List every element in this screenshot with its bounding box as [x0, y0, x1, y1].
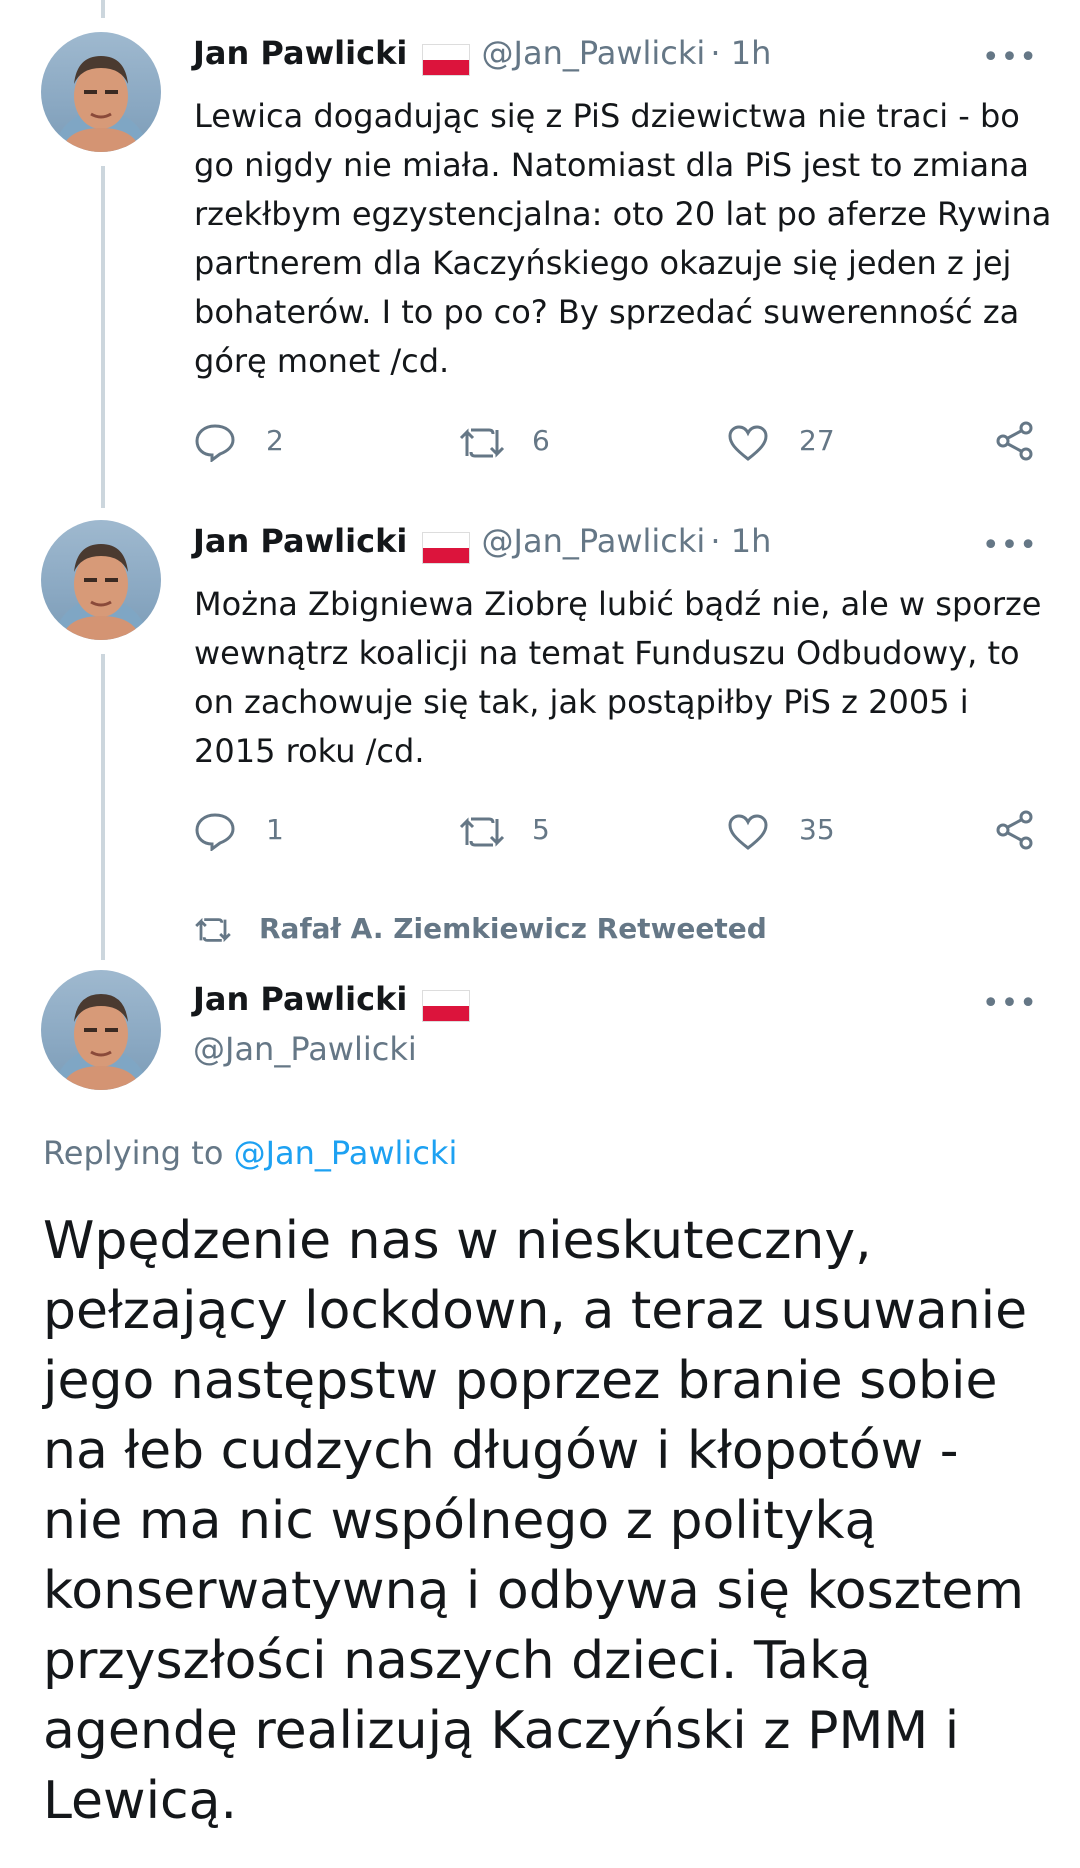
reply-icon[interactable]: [194, 811, 236, 851]
replying-to: Replying to @Jan_Pawlicki: [43, 1134, 457, 1172]
author-handle[interactable]: @Jan_Pawlicki: [193, 1030, 417, 1068]
tweet-header: Jan Pawlicki: [193, 980, 471, 1022]
author-handle[interactable]: @Jan_Pawlicki: [482, 34, 706, 72]
reply-icon[interactable]: [194, 422, 236, 462]
retweet-count: 6: [532, 424, 550, 457]
flag-icon: [422, 43, 471, 76]
avatar[interactable]: [41, 32, 161, 152]
main-tweet-text: Wpędzenie nas w nieskuteczny, pełzający …: [43, 1211, 1028, 1831]
tweet-header: Jan Pawlicki @Jan_Pawlicki · 1h: [193, 34, 771, 76]
like-count: 35: [799, 813, 835, 846]
retweeted-by-label[interactable]: Rafał A. Ziemkiewicz Retweeted: [259, 912, 767, 945]
author-name[interactable]: Jan Pawlicki: [193, 34, 407, 72]
author-name[interactable]: Jan Pawlicki: [193, 980, 407, 1018]
reply-count: 2: [266, 424, 284, 457]
timestamp[interactable]: · 1h: [710, 34, 771, 72]
retweet-count: 5: [532, 813, 550, 846]
more-icon[interactable]: •••: [982, 986, 1038, 1021]
thread-line: [101, 0, 105, 18]
like-icon[interactable]: [727, 813, 769, 851]
retweet-icon[interactable]: [457, 815, 507, 849]
timestamp[interactable]: · 1h: [710, 522, 771, 560]
avatar-image: [61, 56, 141, 152]
author-name[interactable]: Jan Pawlicki: [193, 522, 407, 560]
thread-line: [101, 654, 105, 960]
share-icon[interactable]: [994, 420, 1036, 462]
tweet-text: Lewica dogadując się z PiS dziewictwa ni…: [194, 97, 1052, 380]
more-icon[interactable]: •••: [982, 40, 1038, 75]
avatar-image: [61, 544, 141, 640]
like-icon[interactable]: [727, 424, 769, 462]
flag-icon: [422, 531, 471, 564]
avatar-image: [61, 994, 141, 1090]
like-count: 27: [799, 424, 835, 457]
author-handle[interactable]: @Jan_Pawlicki: [482, 522, 706, 560]
avatar[interactable]: [41, 970, 161, 1090]
replying-handle-link[interactable]: @Jan_Pawlicki: [234, 1134, 458, 1172]
more-icon[interactable]: •••: [982, 528, 1038, 563]
share-icon[interactable]: [994, 809, 1036, 851]
avatar[interactable]: [41, 520, 161, 640]
tweet-header: Jan Pawlicki @Jan_Pawlicki · 1h: [193, 522, 771, 564]
retweet-icon: [195, 917, 231, 943]
replying-prefix: Replying to: [43, 1134, 224, 1172]
tweet-text: Można Zbigniewa Ziobrę lubić bądź nie, a…: [194, 585, 1042, 770]
flag-icon: [422, 989, 471, 1022]
retweet-icon[interactable]: [457, 426, 507, 460]
thread-line: [101, 166, 105, 508]
reply-count: 1: [266, 813, 284, 846]
